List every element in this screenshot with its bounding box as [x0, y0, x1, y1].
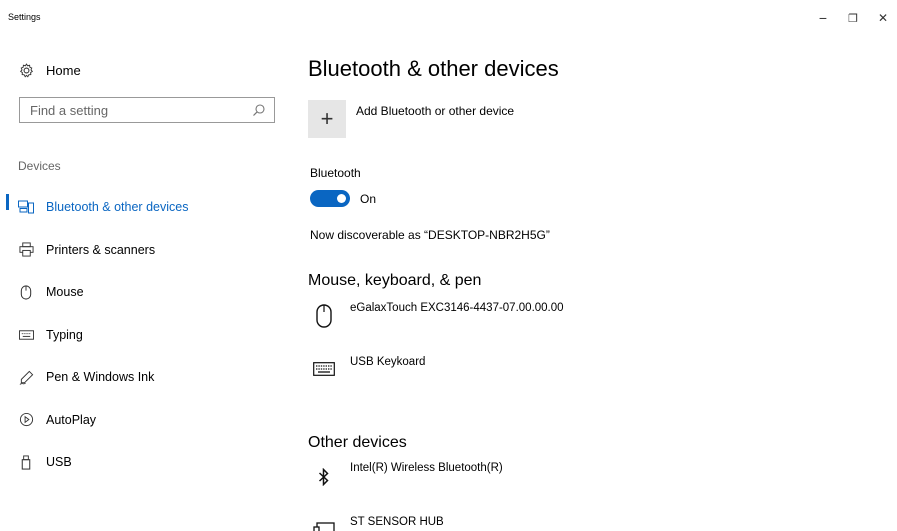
gear-icon	[18, 62, 34, 78]
keyboard-icon	[312, 356, 336, 386]
mouse-icon	[312, 302, 336, 332]
device-name: eGalaxTouch EXC3146-4437-07.00.00.00	[350, 302, 564, 314]
sidebar-item-typing[interactable]: Typing	[0, 314, 290, 357]
sidebar-item-label: Printers & scanners	[46, 242, 156, 257]
autoplay-icon	[18, 412, 34, 428]
devices-nav: Bluetooth & other devices Printers & sca…	[0, 186, 290, 484]
sidebar: Home Devices Bluetooth & other devices P…	[0, 36, 290, 531]
device-item-bluetooth-adapter[interactable]: Intel(R) Wireless Bluetooth(R)	[312, 462, 503, 492]
devices-section-heading: Devices	[18, 159, 61, 173]
usb-icon	[18, 454, 34, 470]
add-device-button[interactable]: + Add Bluetooth or other device	[308, 100, 514, 138]
device-item-keyboard[interactable]: USB Keykoard	[312, 356, 425, 386]
maximize-icon: ❐	[848, 12, 858, 25]
sidebar-item-label: Pen & Windows Ink	[46, 370, 155, 385]
toggle-knob	[337, 194, 346, 203]
sidebar-item-printers[interactable]: Printers & scanners	[0, 229, 290, 272]
search-icon[interactable]	[252, 103, 266, 117]
add-device-label: Add Bluetooth or other device	[356, 104, 515, 118]
bluetooth-devices-icon	[18, 199, 34, 215]
main-content: Bluetooth & other devices + Add Bluetoot…	[308, 36, 868, 531]
sidebar-item-bluetooth[interactable]: Bluetooth & other devices	[0, 186, 290, 229]
close-button[interactable]: ✕	[868, 6, 897, 30]
sidebar-item-label: Typing	[46, 327, 83, 342]
bluetooth-icon	[312, 462, 336, 492]
sensor-hub-icon	[312, 516, 336, 531]
maximize-button[interactable]: ❐	[838, 6, 868, 30]
sidebar-item-label: USB	[46, 455, 72, 470]
sidebar-item-autoplay[interactable]: AutoPlay	[0, 399, 290, 442]
minimize-icon: −	[818, 10, 828, 26]
window-title: Settings	[8, 12, 41, 22]
search-input[interactable]	[30, 102, 230, 118]
mouse-icon	[18, 284, 34, 300]
sidebar-item-label: Mouse	[46, 285, 84, 300]
plus-icon: +	[308, 100, 346, 138]
device-item-sensor-hub[interactable]: ST SENSOR HUB	[312, 516, 444, 531]
home-link[interactable]: Home	[18, 60, 81, 80]
sidebar-item-usb[interactable]: USB	[0, 441, 290, 484]
search-box[interactable]	[19, 97, 275, 123]
device-item-touch[interactable]: eGalaxTouch EXC3146-4437-07.00.00.00	[312, 302, 564, 332]
keyboard-icon	[18, 327, 34, 343]
other-devices-heading: Other devices	[308, 434, 407, 451]
title-bar: Settings − ❐ ✕	[0, 0, 897, 36]
printer-icon	[18, 242, 34, 258]
device-name: ST SENSOR HUB	[350, 516, 444, 528]
bluetooth-label: Bluetooth	[310, 166, 361, 180]
mouse-keyboard-pen-heading: Mouse, keyboard, & pen	[308, 272, 482, 289]
toggle-state-label: On	[360, 191, 377, 206]
discoverable-text: Now discoverable as “DESKTOP-NBR2H5G”	[310, 228, 550, 242]
close-icon: ✕	[877, 11, 889, 25]
device-name: Intel(R) Wireless Bluetooth(R)	[350, 462, 503, 474]
sidebar-item-label: AutoPlay	[46, 412, 97, 427]
page-title: Bluetooth & other devices	[308, 56, 559, 81]
bluetooth-toggle-row: On	[310, 190, 376, 207]
home-label: Home	[46, 62, 81, 78]
sidebar-item-pen[interactable]: Pen & Windows Ink	[0, 356, 290, 399]
bluetooth-toggle[interactable]	[310, 190, 350, 207]
sidebar-item-mouse[interactable]: Mouse	[0, 271, 290, 314]
sidebar-item-label: Bluetooth & other devices	[46, 200, 189, 215]
minimize-button[interactable]: −	[808, 6, 838, 30]
device-name: USB Keykoard	[350, 356, 426, 368]
pen-icon	[18, 369, 34, 385]
